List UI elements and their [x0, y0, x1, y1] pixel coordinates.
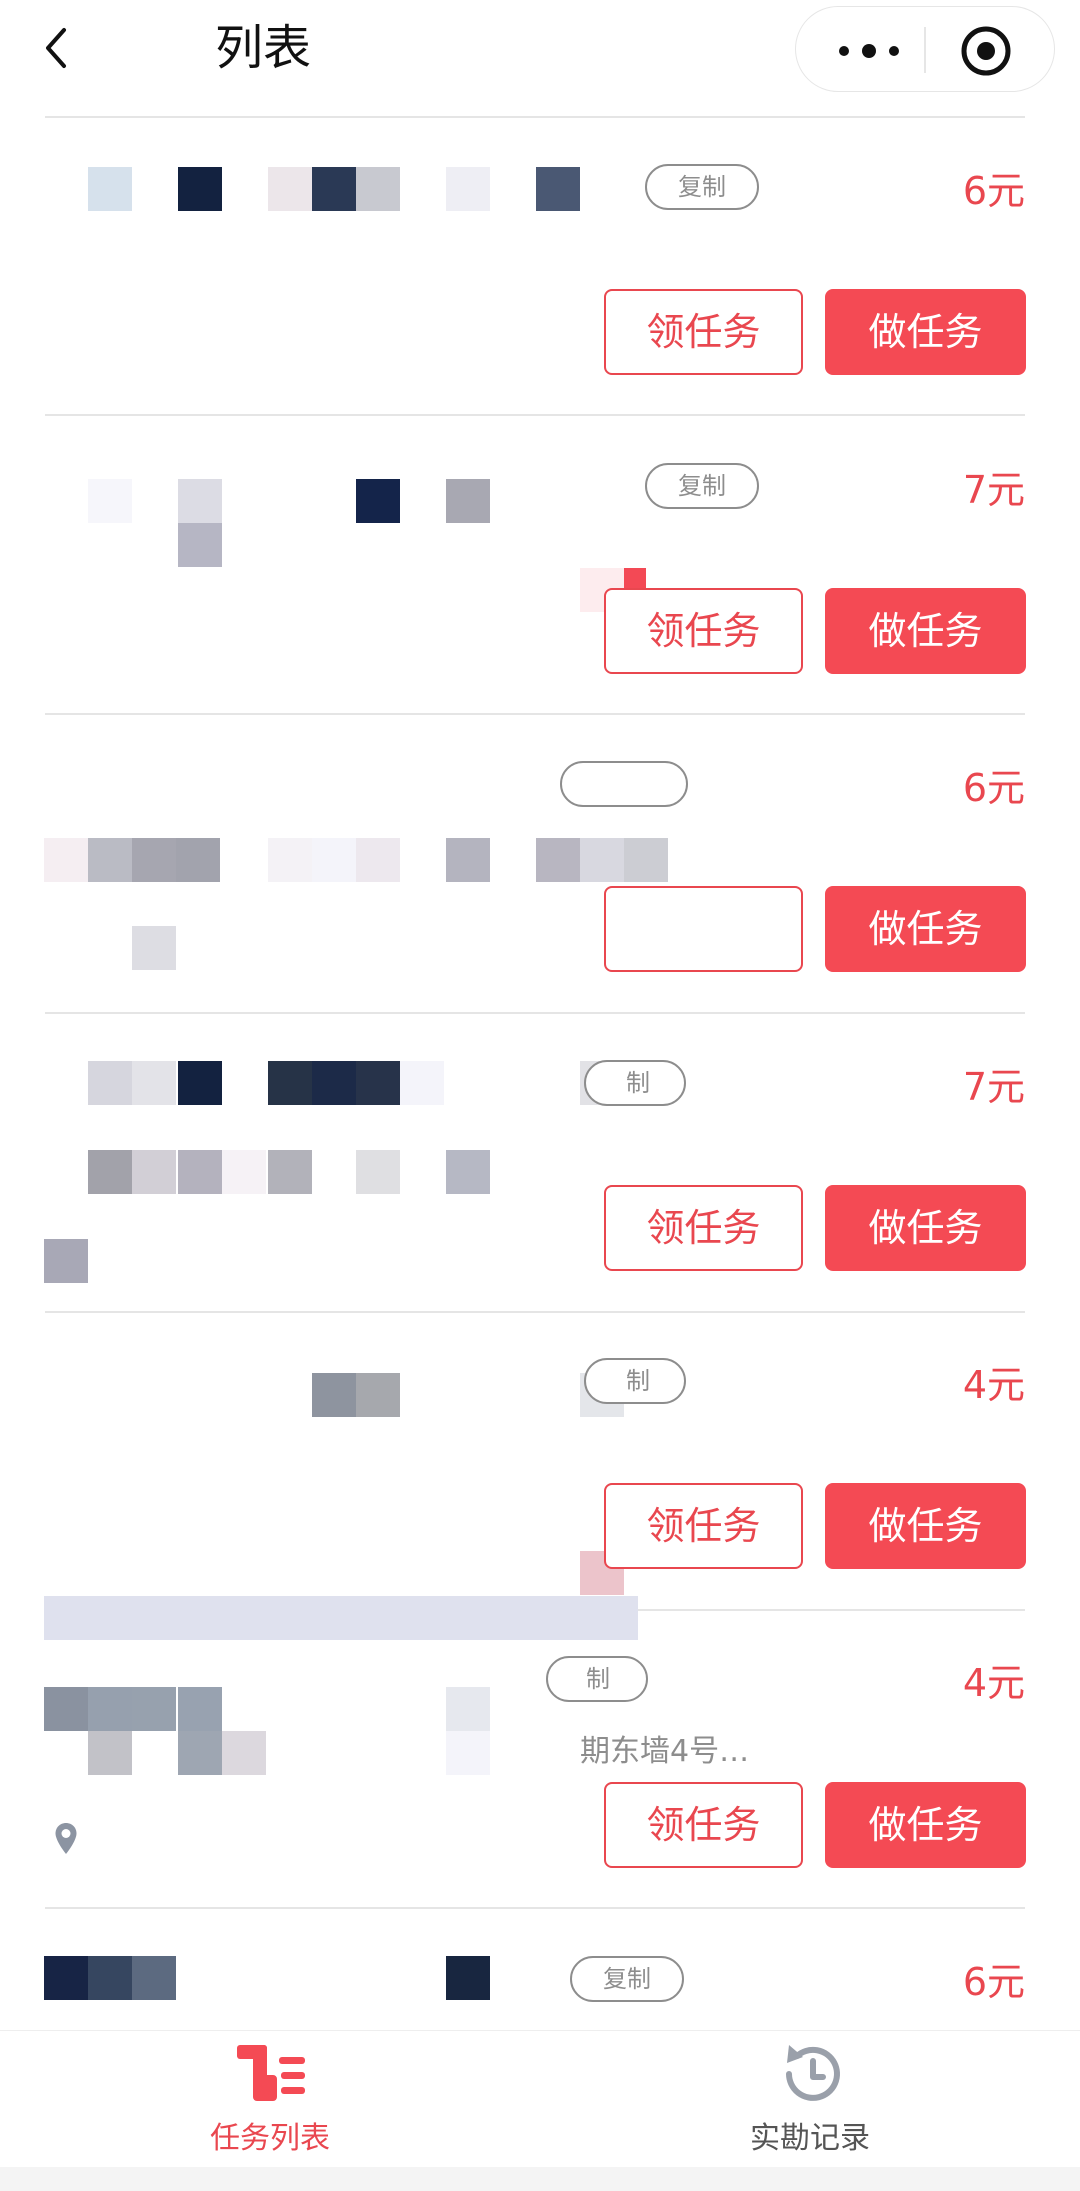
- mini-program-capsule: [795, 6, 1055, 92]
- do-task-button[interactable]: 做任务: [825, 1782, 1026, 1868]
- claim-task-button[interactable]: 领任务: [604, 289, 803, 375]
- do-task-button[interactable]: 做任务: [825, 1483, 1026, 1569]
- task-address: 期东墙4号…: [580, 1734, 750, 1769]
- do-task-button[interactable]: 做任务: [825, 588, 1026, 674]
- do-task-button[interactable]: 做任务: [825, 1185, 1026, 1271]
- card-divider: [45, 1012, 1025, 1014]
- claim-task-button[interactable]: 领任务: [604, 1185, 803, 1271]
- task-price: 7元: [962, 1065, 1025, 1109]
- claim-task-button[interactable]: 领任务: [604, 1782, 803, 1868]
- task-list-icon: [237, 2045, 305, 2101]
- task-price: 4元: [962, 1363, 1025, 1407]
- history-clock-icon: [786, 2045, 840, 2101]
- copy-button[interactable]: 复制: [645, 463, 759, 509]
- claim-task-button[interactable]: 领任务: [604, 1483, 803, 1569]
- card-divider: [45, 1907, 1025, 1909]
- location-pin-icon: [55, 1823, 77, 1854]
- page-title: 列表: [215, 20, 312, 76]
- capsule-divider: [924, 27, 926, 73]
- card-divider: [45, 414, 1025, 416]
- copy-button[interactable]: 制: [584, 1358, 686, 1404]
- copy-button[interactable]: 复制: [570, 1956, 684, 2002]
- tab-task-list[interactable]: 任务列表: [120, 2031, 420, 2166]
- copy-button[interactable]: 制: [584, 1060, 686, 1106]
- more-dots-icon[interactable]: [834, 31, 904, 71]
- claim-task-button[interactable]: [604, 886, 803, 972]
- do-task-button[interactable]: 做任务: [825, 886, 1026, 972]
- task-price: 4元: [962, 1661, 1025, 1705]
- chevron-left-icon[interactable]: [38, 22, 78, 74]
- copy-button[interactable]: 复制: [645, 164, 759, 210]
- card-divider: [45, 1311, 1025, 1313]
- task-price: 6元: [962, 1960, 1025, 2004]
- home-indicator-area: [0, 2167, 1080, 2191]
- task-price: 7元: [962, 468, 1025, 512]
- task-price: 6元: [962, 766, 1025, 810]
- copy-button[interactable]: [560, 761, 688, 807]
- copy-button[interactable]: 制: [546, 1656, 648, 1702]
- do-task-button[interactable]: 做任务: [825, 289, 1026, 375]
- tab-survey-records[interactable]: 实勘记录: [660, 2031, 960, 2166]
- card-divider: [45, 116, 1025, 118]
- card-divider: [45, 713, 1025, 715]
- tab-label: 任务列表: [210, 2121, 330, 2156]
- target-circle-icon[interactable]: [960, 25, 1012, 77]
- bottom-tab-bar: 任务列表 实勘记录: [0, 2030, 1080, 2166]
- tab-label: 实勘记录: [750, 2121, 870, 2156]
- nav-header: 列表: [0, 0, 1080, 112]
- claim-task-button[interactable]: 领任务: [604, 588, 803, 674]
- task-price: 6元: [962, 169, 1025, 213]
